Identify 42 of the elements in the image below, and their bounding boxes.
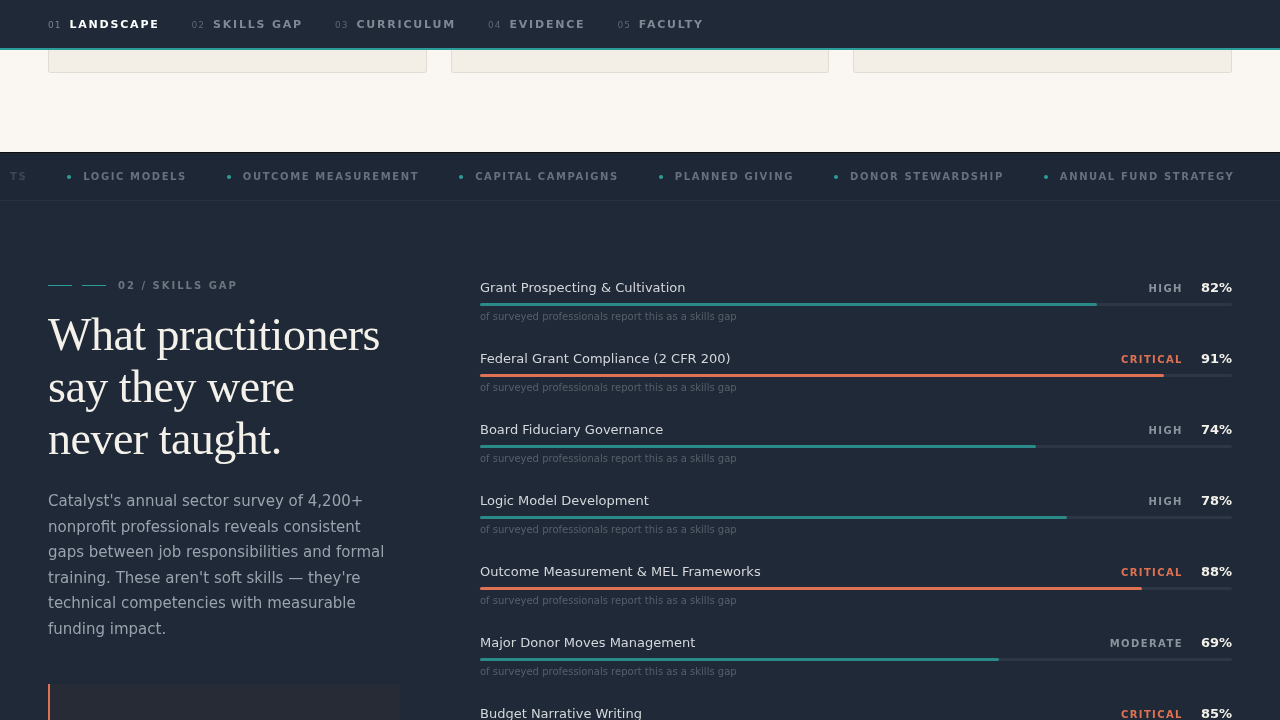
skill-percent: 88%: [1200, 564, 1232, 579]
skill-name: Budget Narrative Writing: [480, 706, 643, 720]
nav-link[interactable]: 05 FACULTY: [617, 17, 704, 31]
rule-line: [48, 285, 72, 286]
skill-percent: 82%: [1200, 280, 1232, 295]
marquee-item: DONOR STEWARDSHIP: [850, 171, 1004, 182]
marquee-item: LOGIC MODELS: [83, 171, 187, 182]
nav-link[interactable]: 04 EVIDENCE: [488, 17, 586, 31]
bullet-icon: [658, 174, 663, 179]
severity-label: MODERATE: [1109, 638, 1183, 649]
bullet-icon: [834, 174, 838, 179]
marquee-item: ANNUAL FUND STRATEGY: [1059, 171, 1235, 182]
severity-label: CRITICAL: [1120, 567, 1183, 578]
bullet-icon: [226, 174, 231, 179]
skill-percent: 69%: [1200, 635, 1232, 650]
severity-label: CRITICAL: [1120, 354, 1183, 365]
severity-label: HIGH: [1148, 283, 1183, 294]
marquee-item: OUTCOME MEASUREMENT: [242, 171, 420, 182]
bullet-icon: [67, 174, 72, 179]
section-heading: What practitioners say they were never taught.: [48, 309, 382, 465]
skill-name: Major Donor Moves Management: [480, 635, 697, 650]
skill-percent: 85%: [1200, 706, 1232, 720]
skill-name: Federal Grant Compliance (2 CFR 200): [480, 351, 732, 366]
skill-percent: 91%: [1200, 351, 1232, 366]
section-body: Catalyst's annual sector survey of 4,200+ nonprofit professionals reveals consistent gaps between job responsibilities and formal training. These aren't soft skills — they're technical competencies with measurable funding impact.: [48, 491, 386, 640]
section-eyebrow: 02 / SKILLS GAP: [118, 280, 238, 291]
severity-label: HIGH: [1148, 425, 1183, 436]
skill-name: Grant Prospecting & Cultivation: [480, 280, 687, 295]
skill-name: Outcome Measurement & MEL Frameworks: [480, 564, 762, 579]
nav-link[interactable]: 01 LANDSCAPE: [48, 17, 160, 31]
rule-line: [82, 285, 106, 286]
skill-percent: 74%: [1200, 422, 1232, 437]
skill-name: Board Fiduciary Governance: [480, 422, 665, 437]
skill-percent: 78%: [1200, 493, 1232, 508]
marquee-item: CAPITAL CAMPAIGNS: [475, 171, 619, 182]
bullet-icon: [459, 174, 464, 179]
severity-label: HIGH: [1148, 496, 1183, 507]
nav-link[interactable]: 02 SKILLS GAP: [191, 17, 303, 31]
severity-label: CRITICAL: [1120, 709, 1183, 720]
marquee-item: PLANNED GIVING: [674, 171, 794, 182]
bullet-icon: [1043, 174, 1048, 179]
skill-name: Logic Model Development: [480, 493, 650, 508]
